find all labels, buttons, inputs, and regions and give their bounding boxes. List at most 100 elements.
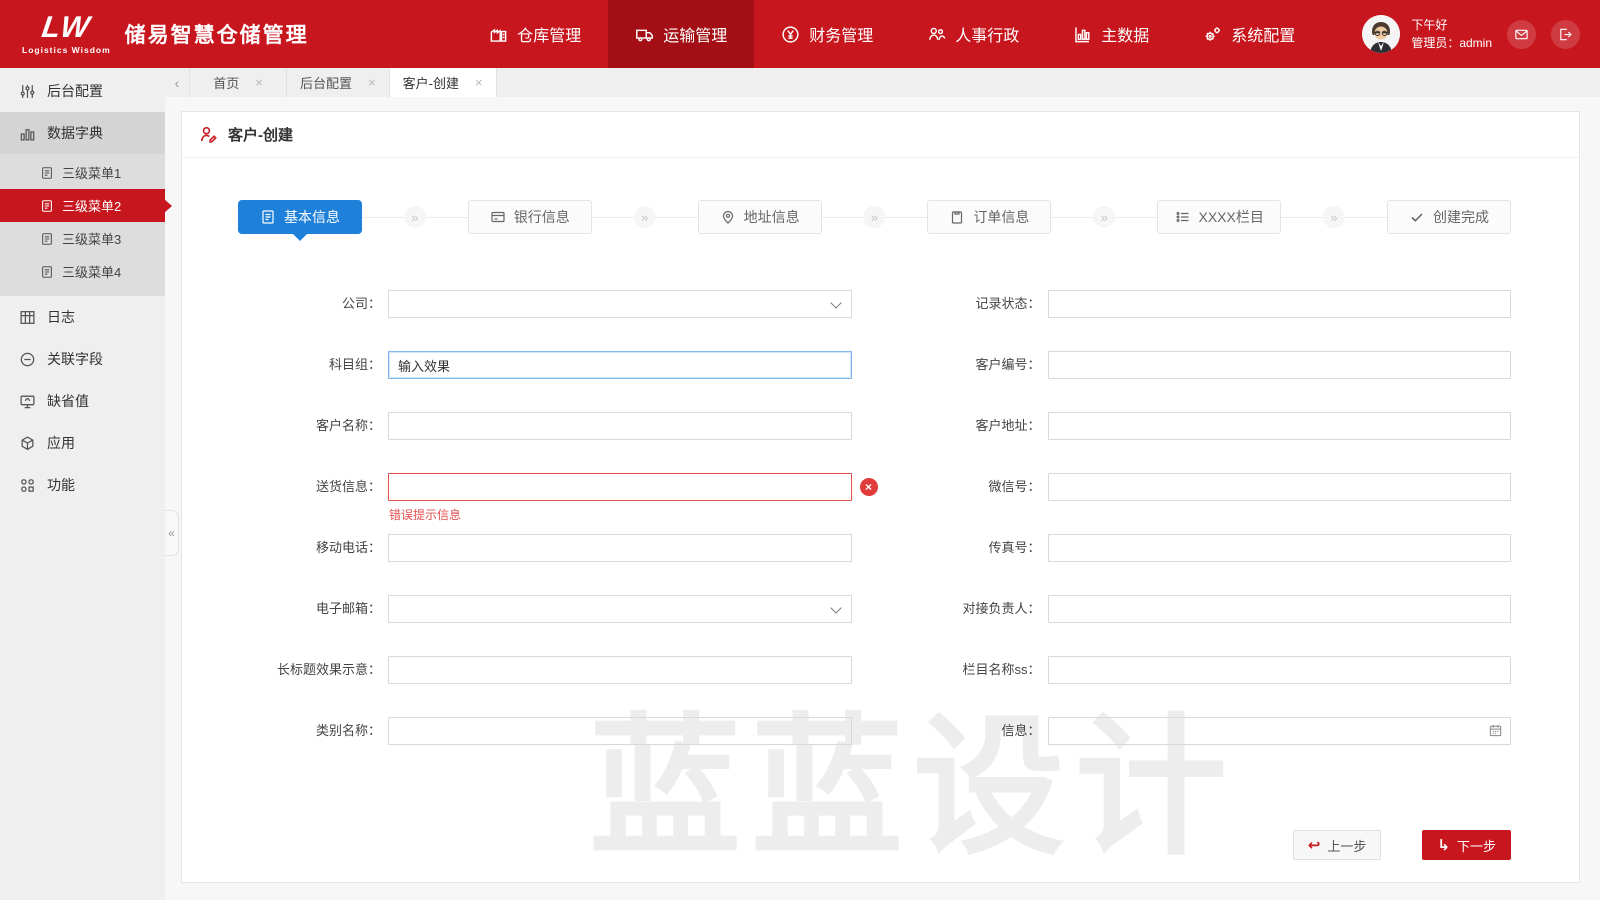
sidebar-item-data-dictionary[interactable]: 数据字典 — [0, 112, 165, 154]
close-icon[interactable]: × — [368, 75, 376, 90]
customer-number-input[interactable] — [1048, 351, 1512, 379]
sidebar-collapse-handle[interactable]: « — [165, 510, 179, 556]
logout-icon — [1558, 27, 1573, 42]
tab-customer-create[interactable]: 客户-创建 × — [390, 68, 497, 97]
bank-card-icon — [490, 209, 506, 225]
mail-button[interactable] — [1507, 20, 1536, 49]
step-basic-info[interactable]: 基本信息 — [238, 200, 362, 234]
nav-item-transport[interactable]: 运输管理 — [608, 0, 754, 68]
sidebar-item-related-fields[interactable]: 关联字段 — [0, 338, 165, 380]
double-chevron-icon: » — [1093, 206, 1115, 228]
nav-item-warehouse[interactable]: 仓库管理 — [462, 0, 608, 68]
wechat-input[interactable] — [1048, 473, 1512, 501]
fax-input[interactable] — [1048, 534, 1512, 562]
next-step-button[interactable]: ↳ 下一步 — [1422, 830, 1511, 860]
long-title-demo-input[interactable] — [388, 656, 852, 684]
logo: LW Logistics Wisdom — [22, 13, 111, 55]
step-label: 基本信息 — [284, 207, 340, 227]
tab-backend-config[interactable]: 后台配置 × — [287, 68, 390, 97]
sidebar-subitem-menu4[interactable]: 三级菜单4 — [0, 255, 165, 288]
step-label: 地址信息 — [744, 207, 800, 227]
field-label-wechat: 微信号： — [852, 473, 1048, 501]
grid-icon — [19, 309, 36, 326]
nav-item-label: 系统配置 — [1231, 22, 1295, 46]
nav-item-master-data[interactable]: 主数据 — [1046, 0, 1176, 68]
sidebar-subitem-menu2[interactable]: 三级菜单2 — [0, 189, 165, 222]
error-icon[interactable]: × — [860, 478, 878, 496]
double-chevron-icon: » — [863, 206, 885, 228]
sidebar-item-label: 功能 — [47, 475, 75, 495]
email-select[interactable] — [388, 595, 852, 623]
shell: 后台配置 数据字典 三级菜单1 三级菜单2 三级菜单3 — [0, 68, 1600, 900]
customer-name-input[interactable] — [388, 412, 852, 440]
step-xxxx-section[interactable]: XXXX栏目 — [1157, 200, 1281, 234]
delivery-info-input[interactable] — [388, 473, 852, 501]
basic-info-form: 公司： 记录状态： 科目组： 客户编号： 客户名称： — [182, 290, 1579, 745]
sidebar-item-applications[interactable]: 应用 — [0, 422, 165, 464]
step-create-complete[interactable]: 创建完成 — [1387, 200, 1511, 234]
sidebar-item-backend-config[interactable]: 后台配置 — [0, 70, 165, 112]
nav-item-label: 仓库管理 — [517, 22, 581, 46]
step-label: XXXX栏目 — [1199, 207, 1264, 227]
tab-home[interactable]: 首页 × — [190, 68, 287, 97]
panel-title-row: 客户-创建 — [182, 112, 1579, 158]
monitor-icon — [19, 393, 36, 410]
sliders-icon — [19, 83, 36, 100]
nav-item-hr[interactable]: 人事行政 — [900, 0, 1046, 68]
bar-chart-icon — [19, 125, 36, 142]
warehouse-icon — [489, 25, 508, 44]
top-nav: 仓库管理 运输管理 财务管理 人事行政 主数据 系统配置 — [462, 0, 1322, 68]
close-icon[interactable]: × — [255, 75, 263, 90]
sidebar-item-label: 缺省值 — [47, 391, 89, 411]
step-label: 银行信息 — [514, 207, 570, 227]
step-address-info[interactable]: 地址信息 — [698, 200, 822, 234]
nav-item-finance[interactable]: 财务管理 — [754, 0, 900, 68]
sidebar-item-functions[interactable]: 功能 — [0, 464, 165, 506]
hr-people-icon — [927, 25, 946, 44]
finance-icon — [781, 25, 800, 44]
collapse-icon: « — [168, 526, 175, 540]
app-header: LW Logistics Wisdom 储易智慧仓储管理 仓库管理 运输管理 财… — [0, 0, 1600, 68]
field-label-record-status: 记录状态： — [852, 290, 1048, 318]
sidebar-subitem-label: 三级菜单1 — [62, 163, 121, 182]
customer-address-input[interactable] — [1048, 412, 1512, 440]
sidebar-item-label: 数据字典 — [47, 123, 103, 143]
greeting-text: 下午好 — [1411, 16, 1492, 34]
mail-icon — [1514, 27, 1529, 42]
avatar-image — [1362, 15, 1400, 53]
category-name-input[interactable] — [388, 717, 852, 745]
chevron-left-icon: ‹ — [175, 75, 180, 91]
gears-icon — [1203, 25, 1222, 44]
step-connector: » — [362, 217, 468, 218]
sidebar-item-logs[interactable]: 日志 — [0, 296, 165, 338]
document-icon — [40, 232, 54, 246]
logout-button[interactable] — [1551, 20, 1580, 49]
bar-chart-icon — [1073, 25, 1092, 44]
avatar[interactable] — [1362, 15, 1400, 53]
step-bank-info[interactable]: 银行信息 — [468, 200, 592, 234]
sidebar-subitem-menu3[interactable]: 三级菜单3 — [0, 222, 165, 255]
field-label-customer-address: 客户地址： — [852, 412, 1048, 440]
mobile-phone-input[interactable] — [388, 534, 852, 562]
nav-item-system-config[interactable]: 系统配置 — [1176, 0, 1322, 68]
calendar-icon[interactable] — [1488, 723, 1503, 743]
sidebar-item-default-values[interactable]: 缺省值 — [0, 380, 165, 422]
close-icon[interactable]: × — [475, 75, 483, 90]
previous-step-button[interactable]: ↩ 上一步 — [1293, 830, 1382, 860]
tab-scroll-left-button[interactable]: ‹ — [165, 68, 190, 97]
column-name-ss-input[interactable] — [1048, 656, 1512, 684]
field-label-fax: 传真号： — [852, 534, 1048, 562]
sidebar-subitem-menu1[interactable]: 三级菜单1 — [0, 156, 165, 189]
clipboard-icon — [949, 209, 965, 225]
step-order-info[interactable]: 订单信息 — [927, 200, 1051, 234]
subject-group-input[interactable] — [388, 351, 852, 379]
next-step-label: 下一步 — [1457, 836, 1496, 855]
list-icon — [1175, 209, 1191, 225]
contact-person-input[interactable] — [1048, 595, 1512, 623]
previous-step-label: 上一步 — [1327, 836, 1366, 855]
document-icon — [40, 166, 54, 180]
record-status-input[interactable] — [1048, 290, 1512, 318]
field-label-company: 公司： — [238, 290, 388, 318]
company-select[interactable] — [388, 290, 852, 318]
info-date-input[interactable] — [1048, 717, 1512, 745]
